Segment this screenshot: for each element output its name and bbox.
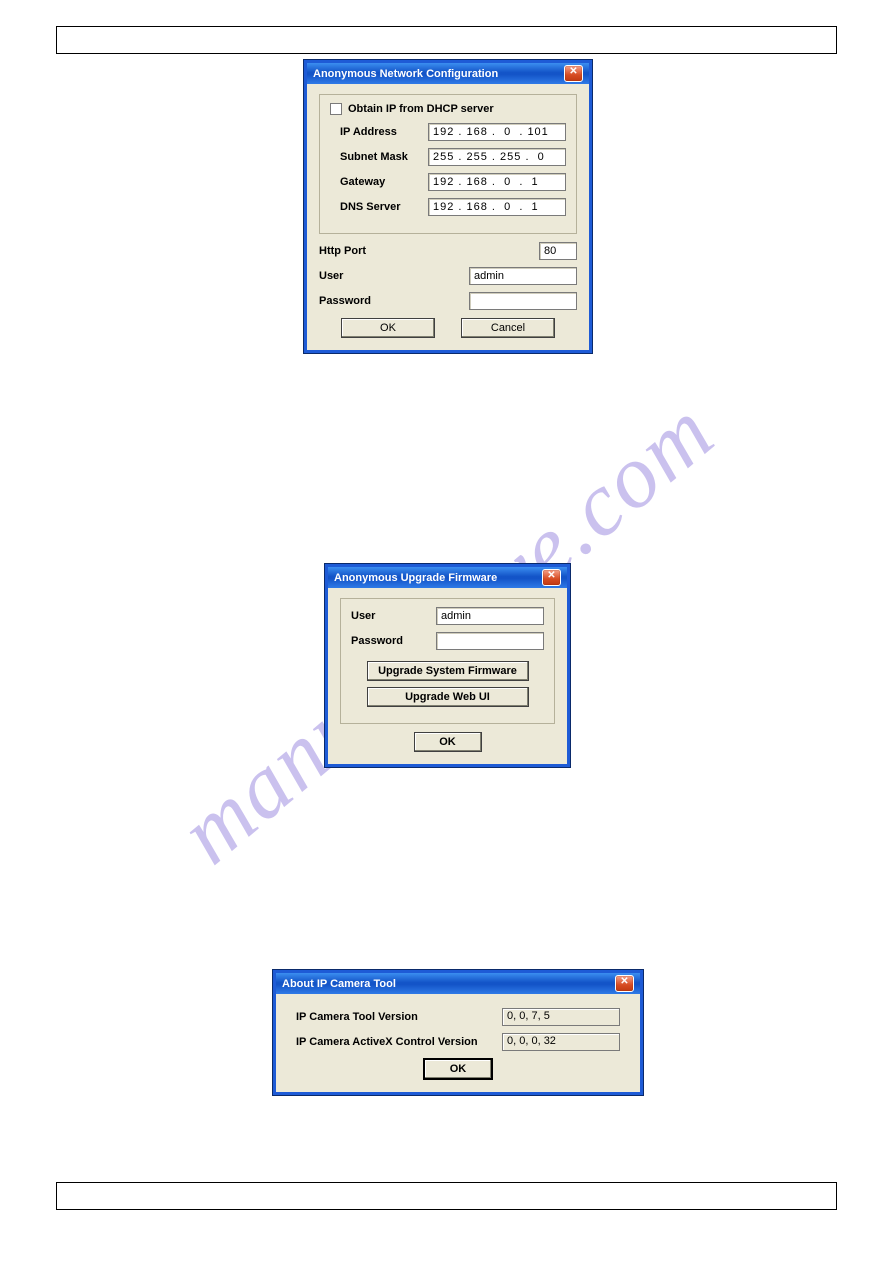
http-port-input[interactable]: [539, 242, 577, 260]
ip-address-label: IP Address: [340, 126, 397, 138]
cancel-button-net[interactable]: Cancel: [461, 318, 555, 338]
network-config-dialog: Anonymous Network Configuration ✕ Obtain…: [304, 60, 592, 353]
dns-server-label: DNS Server: [340, 201, 401, 213]
upgrade-titlebar: Anonymous Upgrade Firmware ✕: [328, 567, 567, 588]
activex-version-value: 0, 0, 0, 32: [502, 1033, 620, 1051]
network-titlebar: Anonymous Network Configuration ✕: [307, 63, 589, 84]
network-title-text: Anonymous Network Configuration: [313, 68, 498, 80]
password-input-upg[interactable]: [436, 632, 544, 650]
user-label-upg: User: [351, 610, 375, 622]
dns-server-input[interactable]: [428, 198, 566, 216]
page-footer-rule: [56, 1182, 837, 1210]
password-label-upg: Password: [351, 635, 403, 647]
ok-button-upg[interactable]: OK: [414, 732, 482, 752]
close-icon[interactable]: ✕: [542, 569, 561, 586]
page-header-rule: [56, 26, 837, 54]
subnet-mask-input[interactable]: [428, 148, 566, 166]
gateway-input[interactable]: [428, 173, 566, 191]
ok-button-net[interactable]: OK: [341, 318, 435, 338]
password-input-net[interactable]: [469, 292, 577, 310]
about-dialog: About IP Camera Tool ✕ IP Camera Tool Ve…: [273, 970, 643, 1095]
tool-version-value: 0, 0, 7, 5: [502, 1008, 620, 1026]
upgrade-web-ui-button[interactable]: Upgrade Web UI: [367, 687, 529, 707]
dhcp-groupbox: Obtain IP from DHCP server IP Address Su…: [319, 94, 577, 234]
upgrade-firmware-dialog: Anonymous Upgrade Firmware ✕ User Passwo…: [325, 564, 570, 767]
user-input-upg[interactable]: [436, 607, 544, 625]
password-label-net: Password: [319, 295, 371, 307]
http-port-label: Http Port: [319, 245, 366, 257]
dhcp-label: Obtain IP from DHCP server: [348, 103, 494, 115]
tool-version-label: IP Camera Tool Version: [296, 1011, 418, 1023]
upgrade-groupbox: User Password Upgrade System Firmware Up…: [340, 598, 555, 724]
about-titlebar: About IP Camera Tool ✕: [276, 973, 640, 994]
user-label-net: User: [319, 270, 343, 282]
activex-version-label: IP Camera ActiveX Control Version: [296, 1036, 478, 1048]
dhcp-checkbox[interactable]: [330, 103, 342, 115]
subnet-mask-label: Subnet Mask: [340, 151, 408, 163]
gateway-label: Gateway: [340, 176, 385, 188]
ok-button-about[interactable]: OK: [423, 1058, 493, 1080]
upgrade-title-text: Anonymous Upgrade Firmware: [334, 572, 497, 584]
close-icon[interactable]: ✕: [564, 65, 583, 82]
close-icon[interactable]: ✕: [615, 975, 634, 992]
user-input-net[interactable]: [469, 267, 577, 285]
upgrade-system-firmware-button[interactable]: Upgrade System Firmware: [367, 661, 529, 681]
ip-address-input[interactable]: [428, 123, 566, 141]
about-title-text: About IP Camera Tool: [282, 978, 396, 990]
